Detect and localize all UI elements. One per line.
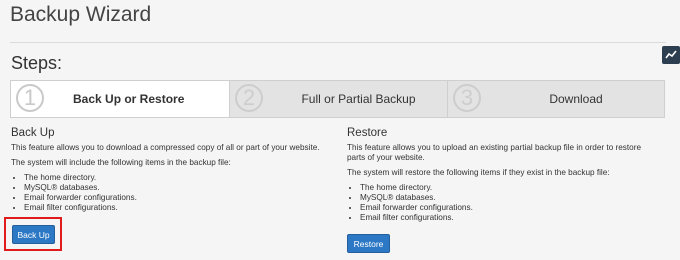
restore-heading: Restore: [347, 127, 388, 139]
step-number-2: 2: [235, 84, 263, 112]
page-title: Backup Wizard: [10, 3, 152, 26]
list-item: The home directory.: [360, 183, 657, 193]
list-item: MySQL® databases.: [24, 183, 331, 193]
restore-button[interactable]: Restore: [347, 234, 390, 253]
step-3: 3 Download: [447, 81, 664, 117]
step-label-1: Back Up or Restore: [73, 92, 185, 106]
list-item: The home directory.: [24, 173, 331, 183]
restore-item-list: The home directory. MySQL® databases. Em…: [347, 183, 657, 223]
backup-heading: Back Up: [11, 127, 55, 139]
list-item: Email forwarder configurations.: [360, 203, 657, 213]
steps-heading: Steps:: [11, 53, 63, 73]
list-item: Email filter configurations.: [360, 213, 657, 223]
backup-description: This feature allows you to download a co…: [11, 143, 320, 152]
step-indicator: 1 Back Up or Restore 2 Full or Partial B…: [10, 80, 665, 118]
back-up-button[interactable]: Back Up: [12, 225, 55, 244]
list-item: Email filter configurations.: [24, 203, 331, 213]
restore-description: This feature allows you to upload an exi…: [347, 143, 642, 162]
step-number-3: 3: [453, 84, 481, 112]
restore-section: Restore This feature allows you to uploa…: [347, 127, 657, 223]
step-label-2: Full or Partial Backup: [301, 92, 416, 106]
backup-item-list: The home directory. MySQL® databases. Em…: [11, 173, 331, 213]
list-item: MySQL® databases.: [360, 193, 657, 203]
chart-icon[interactable]: [662, 46, 680, 64]
step-number-1: 1: [16, 84, 44, 112]
list-item: Email forwarder configurations.: [24, 193, 331, 203]
step-2: 2 Full or Partial Backup: [229, 81, 447, 117]
step-1: 1 Back Up or Restore: [11, 81, 229, 117]
backup-include-text: The system will include the following it…: [11, 158, 231, 167]
restore-include-text: The system will restore the following it…: [347, 168, 610, 177]
step-label-3: Download: [549, 92, 603, 106]
title-divider: [10, 42, 666, 43]
backup-section: Back Up This feature allows you to downl…: [11, 127, 331, 213]
